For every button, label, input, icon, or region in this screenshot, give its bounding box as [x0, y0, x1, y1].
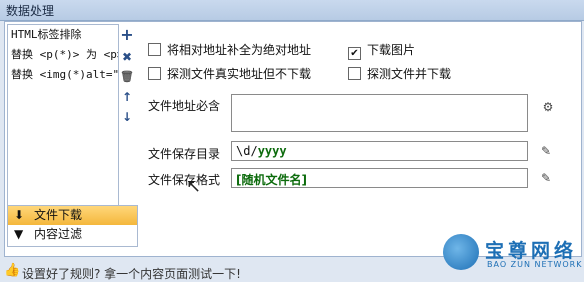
download-images-label: 下载图片: [367, 43, 416, 57]
save-dir-field[interactable]: \d/yyyy: [231, 141, 528, 161]
probe-download-checkbox[interactable]: [348, 67, 361, 80]
rules-toolbar: + ✖ 🗑 ↑ ↓: [118, 24, 136, 204]
list-item[interactable]: HTML标签排除: [8, 25, 118, 45]
save-format-field[interactable]: [随机文件名]: [231, 168, 528, 188]
add-icon[interactable]: +: [118, 26, 136, 44]
move-up-icon[interactable]: ↑: [118, 88, 136, 106]
rules-list[interactable]: HTML标签排除 替换 <p(*)> 为 <p> 替换 <img(*)alt=": [7, 24, 119, 206]
delete-icon[interactable]: ✖: [118, 48, 136, 66]
list-item[interactable]: 替换 <p(*)> 为 <p>: [8, 45, 118, 65]
save-dir-token: yyyy: [257, 144, 287, 158]
save-format-value: [随机文件名]: [236, 173, 307, 187]
logo-text-en: BAO ZUN NETWORK: [487, 260, 583, 269]
edit-icon[interactable]: ✎: [538, 170, 554, 186]
logo-text-cn: 宝尊网络: [485, 240, 578, 262]
download-images-checkbox[interactable]: ✔: [348, 47, 361, 60]
trash-icon[interactable]: 🗑: [118, 68, 136, 86]
abs-url-option[interactable]: 将相对地址补全为绝对地址: [148, 42, 311, 58]
download-images-option[interactable]: ✔ 下载图片: [348, 42, 416, 60]
probe-download-option[interactable]: 探测文件并下载: [348, 66, 451, 82]
category-tabs: ⬇ 文件下载 ▼ 内容过滤: [7, 205, 138, 247]
must-contain-field[interactable]: [231, 94, 528, 132]
title-bar: 数据处理: [0, 0, 584, 21]
mouse-cursor-icon: ↖: [186, 176, 202, 197]
abs-url-label: 将相对地址补全为绝对地址: [167, 43, 312, 57]
probe-real-checkbox[interactable]: [148, 67, 161, 80]
filter-icon: ▼: [14, 227, 24, 241]
brand-logo: 宝尊网络 BAO ZUN NETWORK: [443, 232, 583, 274]
download-icon: ⬇: [14, 208, 25, 222]
probe-download-label: 探测文件并下载: [367, 67, 452, 81]
edit-icon[interactable]: ✎: [538, 143, 554, 159]
footer-hint[interactable]: 设置好了规则? 拿一个内容页面测试一下!: [22, 265, 241, 282]
list-item[interactable]: 替换 <img(*)alt=": [8, 65, 118, 85]
tab-content-filter[interactable]: ▼ 内容过滤: [8, 225, 137, 244]
probe-real-option[interactable]: 探测文件真实地址但不下载: [148, 66, 311, 82]
save-dir-prefix: \d/: [236, 144, 258, 158]
tab-label: 文件下载: [34, 208, 83, 222]
gear-icon[interactable]: ⚙: [540, 99, 556, 115]
move-down-icon[interactable]: ↓: [118, 108, 136, 126]
save-dir-label: 文件保存目录: [148, 147, 221, 161]
tab-file-download[interactable]: ⬇ 文件下载: [8, 206, 137, 225]
must-contain-label: 文件地址必含: [148, 99, 221, 113]
tab-label: 内容过滤: [34, 227, 83, 241]
probe-real-label: 探测文件真实地址但不下载: [167, 67, 312, 81]
logo-mark: [443, 234, 479, 270]
thumbs-up-icon: 👍: [4, 263, 21, 278]
save-format-label: 文件保存格式: [148, 173, 221, 187]
abs-url-checkbox[interactable]: [148, 43, 161, 56]
window-title: 数据处理: [6, 4, 55, 18]
